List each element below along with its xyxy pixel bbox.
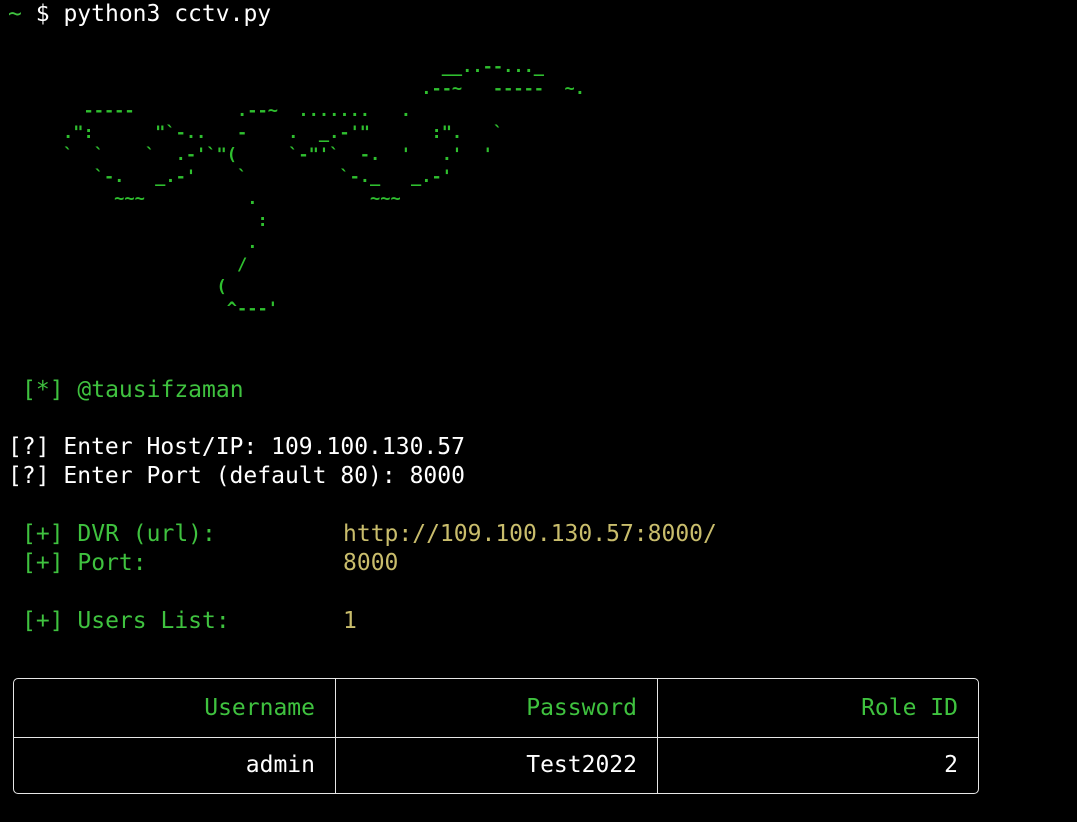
port-value: 8000 — [409, 463, 465, 489]
dvr-url-label: [+] DVR (url): — [22, 521, 216, 547]
prompt-dollar: $ — [35, 1, 50, 27]
host-input-line: [?] Enter Host/IP: 109.100.130.57 — [8, 433, 465, 461]
header-username: Username — [14, 679, 336, 737]
cell-role-id: 2 — [944, 752, 958, 778]
port-label: [+] Port: — [22, 550, 147, 576]
command-text: python3 cctv.py — [63, 1, 272, 27]
port-prompt: [?] Enter Port (default 80): — [8, 463, 410, 489]
header-password: Password — [336, 679, 658, 737]
table-row: admin Test2022 2 — [14, 737, 978, 793]
cell-password: Test2022 — [336, 737, 658, 793]
host-value: 109.100.130.57 — [271, 434, 465, 460]
header-role-id: Role ID — [861, 695, 958, 721]
dvr-url-value: http://109.100.130.57:8000/ — [343, 521, 717, 547]
users-list-value: 1 — [343, 608, 357, 634]
host-prompt: [?] Enter Host/IP: — [8, 434, 272, 460]
users-table: Username Password Role ID admin Test2022… — [13, 678, 979, 794]
table-header-row: Username Password Role ID — [14, 679, 978, 738]
ascii-art-banner: __..--..._ .--~ ----- ~. ----- .--~ ....… — [63, 57, 585, 319]
terminal-prompt: ~ $ python3 cctv.py — [8, 0, 271, 28]
cell-username: admin — [14, 737, 336, 793]
port-value-result: 8000 — [343, 550, 399, 576]
author-handle: [*] @tausifzaman — [22, 377, 244, 403]
prompt-tilde: ~ — [8, 1, 22, 27]
users-list-label: [+] Users List: — [22, 608, 230, 634]
port-input-line: [?] Enter Port (default 80): 8000 — [8, 462, 465, 490]
